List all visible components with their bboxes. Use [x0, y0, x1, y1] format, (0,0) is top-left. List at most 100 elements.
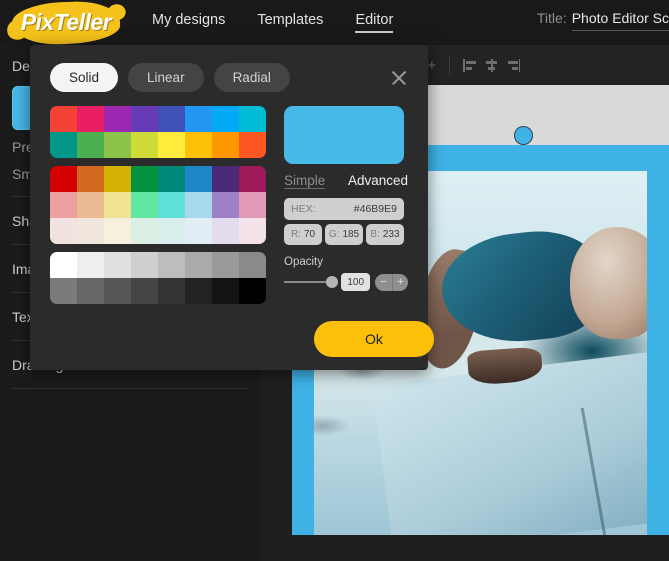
red-input[interactable]: R: 70 — [284, 224, 322, 245]
palette-swatch[interactable] — [239, 218, 266, 244]
palette-swatch[interactable] — [50, 132, 77, 158]
palette-swatch[interactable] — [158, 252, 185, 278]
opacity-stepper: − + — [375, 273, 409, 291]
palette-swatch[interactable] — [131, 192, 158, 218]
nav-item-templates[interactable]: Templates — [257, 12, 323, 33]
palette-swatch[interactable] — [158, 166, 185, 192]
palette-tinted — [50, 166, 266, 244]
hex-input[interactable]: HEX: #46B9E9 — [284, 198, 404, 220]
align-left-icon[interactable] — [463, 58, 477, 72]
palette-swatch[interactable] — [158, 192, 185, 218]
palette-swatch[interactable] — [158, 132, 185, 158]
align-center-icon[interactable] — [485, 58, 498, 72]
palette-swatch[interactable] — [77, 252, 104, 278]
blue-value: 233 — [382, 229, 400, 240]
palette-swatch[interactable] — [158, 278, 185, 304]
palette-swatch[interactable] — [212, 132, 239, 158]
circle-element[interactable] — [514, 126, 533, 145]
palette-swatch[interactable] — [104, 252, 131, 278]
palette-swatch[interactable] — [212, 192, 239, 218]
palette-swatch[interactable] — [212, 106, 239, 132]
opacity-slider-knob[interactable] — [326, 276, 339, 288]
palette-swatch[interactable] — [185, 218, 212, 244]
palette-swatch[interactable] — [185, 252, 212, 278]
palette-swatch[interactable] — [212, 166, 239, 192]
palette-swatch[interactable] — [104, 106, 131, 132]
palette-swatch[interactable] — [50, 218, 77, 244]
opacity-input[interactable]: 100 — [341, 273, 371, 291]
hex-label: HEX: — [291, 203, 316, 215]
palette-swatch[interactable] — [158, 106, 185, 132]
blue-input[interactable]: B: 233 — [366, 224, 404, 245]
palette-swatch[interactable] — [104, 166, 131, 192]
palette-swatch[interactable] — [131, 218, 158, 244]
palette-swatch[interactable] — [185, 192, 212, 218]
nav-item-editor[interactable]: Editor — [355, 12, 394, 33]
palette-swatch[interactable] — [239, 132, 266, 158]
palette-swatch[interactable] — [50, 252, 77, 278]
palette-swatch[interactable] — [50, 106, 77, 132]
tab-linear[interactable]: Linear — [128, 63, 204, 92]
opacity-increase-button[interactable]: + — [391, 273, 408, 291]
palette-swatch[interactable] — [158, 218, 185, 244]
palette-swatch[interactable] — [185, 166, 212, 192]
palette-swatch[interactable] — [131, 252, 158, 278]
palette-swatch[interactable] — [185, 106, 212, 132]
mode-advanced[interactable]: Advanced — [348, 173, 408, 188]
close-icon[interactable] — [390, 69, 408, 87]
palette-swatch[interactable] — [131, 106, 158, 132]
palette-swatch[interactable] — [77, 166, 104, 192]
palette-swatch[interactable] — [104, 218, 131, 244]
title-label: Title: — [536, 10, 567, 26]
palette-swatch[interactable] — [239, 106, 266, 132]
palette-vivid — [50, 106, 266, 158]
palette-swatch[interactable] — [185, 278, 212, 304]
color-mode-tabs: Solid Linear Radial — [30, 45, 428, 92]
palette-swatch[interactable] — [50, 166, 77, 192]
palette-swatch[interactable] — [77, 106, 104, 132]
palette-row — [50, 278, 266, 304]
opacity-decrease-button[interactable]: − — [375, 274, 391, 291]
hex-value: #46B9E9 — [353, 203, 397, 215]
palette-swatch[interactable] — [239, 252, 266, 278]
palette-swatch[interactable] — [77, 278, 104, 304]
tab-radial[interactable]: Radial — [213, 63, 290, 92]
green-label: G: — [328, 229, 340, 240]
palette-swatch[interactable] — [239, 192, 266, 218]
tab-solid[interactable]: Solid — [50, 63, 119, 92]
palette-swatch[interactable] — [104, 278, 131, 304]
palette-swatch[interactable] — [185, 132, 212, 158]
color-preview[interactable] — [284, 106, 404, 164]
palette-row — [50, 192, 266, 218]
palette-swatch[interactable] — [50, 278, 77, 304]
opacity-slider[interactable] — [284, 276, 339, 288]
palette-swatch[interactable] — [50, 192, 77, 218]
palette-swatch[interactable] — [131, 132, 158, 158]
palette-swatch[interactable] — [212, 218, 239, 244]
palette-swatch[interactable] — [104, 132, 131, 158]
palette-swatch[interactable] — [77, 192, 104, 218]
pixteller-logo[interactable]: PixTeller — [6, 0, 126, 46]
palette-swatch[interactable] — [131, 166, 158, 192]
palette-swatch[interactable] — [131, 278, 158, 304]
align-right-icon[interactable] — [507, 58, 521, 72]
nav-links: My designs Templates Editor — [152, 0, 394, 45]
color-palettes — [50, 106, 266, 338]
mode-simple[interactable]: Simple — [284, 173, 326, 189]
title-input[interactable]: Photo Editor Sc — [571, 10, 669, 31]
palette-swatch[interactable] — [239, 166, 266, 192]
green-input[interactable]: G: 185 — [325, 224, 363, 245]
logo-text: PixTeller — [20, 9, 112, 35]
palette-swatch[interactable] — [104, 192, 131, 218]
palette-swatch[interactable] — [212, 278, 239, 304]
palette-swatch[interactable] — [239, 278, 266, 304]
ok-button[interactable]: Ok — [314, 321, 434, 357]
palette-swatch[interactable] — [77, 218, 104, 244]
palette-row — [50, 252, 266, 278]
color-picker-modal: Solid Linear Radial Simple Advanced HEX: — [30, 45, 434, 370]
palette-swatch[interactable] — [77, 132, 104, 158]
nav-item-my-designs[interactable]: My designs — [152, 12, 225, 33]
zoom-in-button[interactable]: + — [428, 58, 437, 73]
photo-border-right — [647, 171, 669, 535]
palette-swatch[interactable] — [212, 252, 239, 278]
